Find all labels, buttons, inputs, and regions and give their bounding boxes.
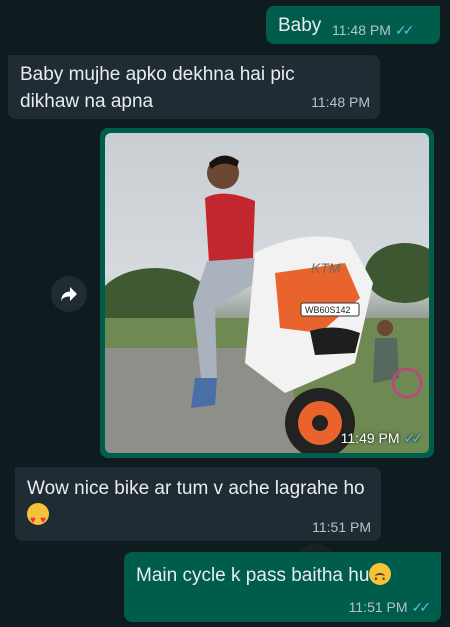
message-text-content: Wow nice bike ar tum v ache lagrahe ho bbox=[27, 478, 365, 499]
message-text-content: Main cycle k pass baitha hu bbox=[136, 565, 370, 586]
message-time: 11:49 PM bbox=[340, 430, 400, 446]
photo-person-on-motorcycle[interactable]: WB60S142 KTM 11:49 PM ✓✓ bbox=[105, 133, 429, 453]
incoming-message[interactable]: Baby mujhe apko dekhna hai pic dikhaw na… bbox=[8, 55, 380, 119]
message-meta: 11:48 PM ✓✓ bbox=[332, 22, 415, 39]
forward-arrow-icon bbox=[61, 287, 77, 301]
read-ticks-icon: ✓✓ bbox=[394, 22, 415, 38]
forward-button[interactable] bbox=[51, 276, 87, 312]
message-time: 11:51 PM bbox=[348, 599, 408, 615]
incoming-message[interactable]: Wow nice bike ar tum v ache lagrahe ho 1… bbox=[15, 467, 381, 541]
message-time: 11:48 PM bbox=[332, 22, 391, 38]
message-time: 11:48 PM bbox=[311, 94, 370, 110]
photo-illustration: WB60S142 KTM bbox=[105, 155, 429, 453]
frowning-face-emoji bbox=[369, 563, 392, 593]
message-text: Main cycle k pass baitha hu bbox=[136, 562, 392, 593]
outgoing-message[interactable]: Main cycle k pass baitha hu 11:51 PM✓✓ bbox=[124, 552, 441, 622]
message-time: 11:51 PM bbox=[312, 519, 371, 535]
smiling-face-with-hearts-emoji bbox=[27, 503, 49, 534]
message-text: Baby bbox=[278, 15, 322, 36]
message-text: Baby mujhe apko dekhna hai pic dikhaw na… bbox=[20, 64, 295, 112]
message-meta: 11:51 PM ✓✓ bbox=[348, 599, 432, 616]
license-plate: WB60S142 bbox=[305, 305, 351, 315]
read-ticks-icon: ✓✓ bbox=[411, 599, 432, 615]
outgoing-image-message[interactable]: WB60S142 KTM 11:49 PM ✓✓ bbox=[100, 128, 434, 458]
outgoing-message[interactable]: Baby 11:48 PM ✓✓ bbox=[266, 6, 440, 44]
bike-brand-label: KTM bbox=[311, 260, 341, 276]
read-ticks-icon: ✓✓ bbox=[403, 430, 424, 446]
message-meta: 11:49 PM ✓✓ bbox=[340, 430, 424, 447]
